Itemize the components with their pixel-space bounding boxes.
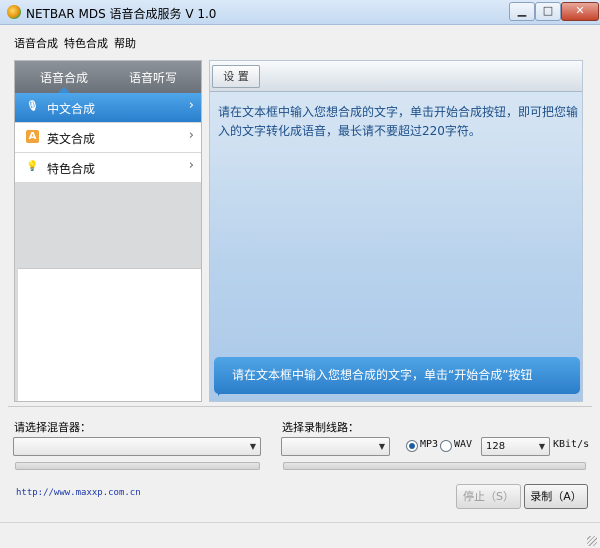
nav-item-label: 特色合成 [47,162,96,176]
title-bar: NETBAR MDS 语音合成服务 V 1.0 ▁ □ ✕ [0,0,600,25]
mp3-radio[interactable] [406,440,418,452]
menu-bar: 语音合成 特色合成 帮助 [0,25,600,57]
nav-item-english-synthesis[interactable]: A 英文合成 › [15,123,201,153]
dropdown-arrow-icon: ▼ [538,442,545,451]
dropdown-arrow-icon: ▼ [249,442,256,451]
mp3-label: MP3 [420,439,439,450]
stop-button[interactable]: 停止（S） [456,484,521,509]
bitrate-select[interactable]: 128 ▼ [481,437,550,456]
dropdown-arrow-icon: ▼ [378,442,385,451]
record-line-select[interactable]: ▼ [281,437,390,456]
app-logo-icon [7,5,21,19]
window-title: NETBAR MDS 语音合成服务 V 1.0 [26,7,217,21]
minimize-button[interactable]: ▁ [509,2,535,21]
tab-speech-synthesis[interactable]: 语音合成 [40,69,88,86]
website-link[interactable]: http://www.maxxp.com.cn [16,488,141,498]
wav-radio[interactable] [440,440,452,452]
menu-help[interactable]: 帮助 [114,35,136,51]
menu-special-synthesis[interactable]: 特色合成 [64,35,108,51]
section-divider [8,406,592,407]
microphone-icon: 🎙 [26,101,39,112]
nav-item-label: 英文合成 [47,132,96,146]
left-panel: 语音合成 语音听写 🎙 中文合成 › A 英文合成 › 💡 特色合成 › [14,60,202,402]
chevron-right-icon: › [188,158,194,173]
settings-button[interactable]: 设 置 [212,65,260,88]
maximize-button[interactable]: □ [535,2,561,21]
record-line-label: 选择录制线路： [282,421,359,434]
resize-grip-icon[interactable] [587,536,597,546]
chevron-right-icon: › [188,128,194,143]
wav-label: WAV [454,439,473,450]
app-window: NETBAR MDS 语音合成服务 V 1.0 ▁ □ ✕ 语音合成 特色合成 … [0,0,600,548]
lightbulb-icon: 💡 [26,161,39,172]
mixer-label: 请选择混音器： [14,421,91,434]
content-toolbar: 设 置 [210,61,582,92]
left-tab-bar: 语音合成 语音听写 [15,61,201,93]
close-button[interactable]: ✕ [561,2,599,21]
nav-item-label: 中文合成 [47,102,96,116]
menu-speech-synthesis[interactable]: 语音合成 [14,35,58,51]
nav-item-chinese-synthesis[interactable]: 🎙 中文合成 › [15,93,201,123]
record-level-meter [283,462,586,470]
tab-speech-dictation[interactable]: 语音听写 [129,69,177,86]
mixer-level-meter [15,462,260,470]
record-button[interactable]: 录制（A） [524,484,588,509]
bitrate-unit: KBit/s [553,439,590,450]
hint-callout: 请在文本框中输入您想合成的文字，单击“开始合成”按钮 [214,357,580,394]
mixer-select[interactable]: ▼ [13,437,261,456]
chevron-right-icon: › [188,98,194,113]
instruction-text: 请在文本框中输入您想合成的文字，单击开始合成按钮，即可把您输入的文字转化成语音，… [218,105,579,138]
status-bar [0,522,600,548]
nav-item-special-synthesis[interactable]: 💡 特色合成 › [15,153,201,183]
letter-a-icon: A [26,130,39,143]
content-panel: 设 置 请在文本框中输入您想合成的文字，单击开始合成按钮，即可把您输入的文字转化… [209,60,583,402]
left-blank-area [18,268,201,401]
bitrate-value: 128 [486,441,506,452]
